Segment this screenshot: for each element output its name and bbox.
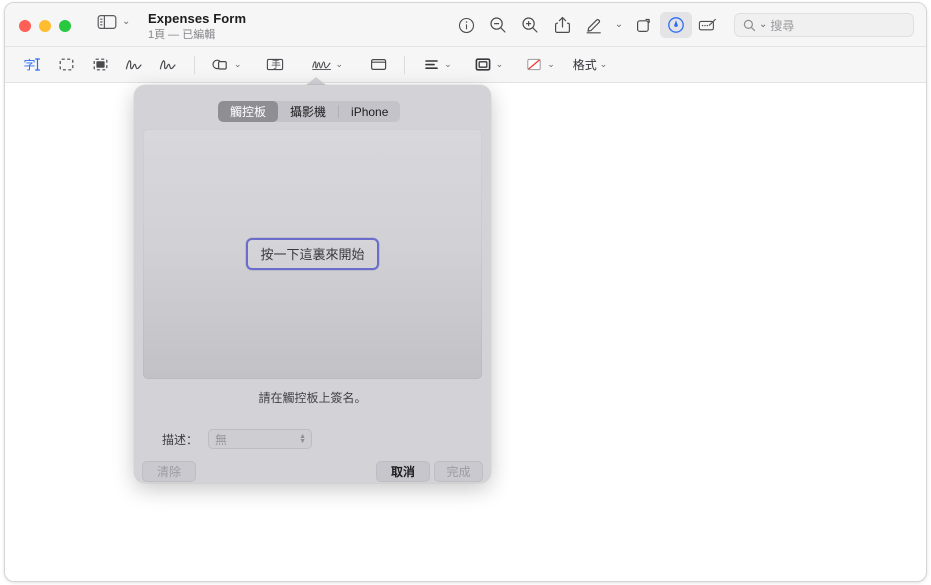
document-window: ⌄ Expenses Form 1頁 — 已編輯 ⌄ ⌄ 搜尋 字 ⌄ 手 ⌄ … xyxy=(4,2,927,582)
instant-alpha-icon[interactable] xyxy=(83,53,117,77)
title-block: Expenses Form 1頁 — 已編輯 xyxy=(148,11,246,42)
border-style-group[interactable]: ⌄ xyxy=(466,53,506,77)
signature-toolbar-icon[interactable] xyxy=(692,12,724,38)
sign-group[interactable]: ⌄ xyxy=(306,53,346,77)
shapes-group[interactable]: ⌄ xyxy=(204,53,244,77)
traffic-lights xyxy=(19,20,71,32)
signature-source-tabs: 觸控板 攝影機 iPhone xyxy=(218,101,401,122)
draw-icon[interactable] xyxy=(151,53,185,77)
chevron-down-icon[interactable]: ⌄ xyxy=(122,17,130,27)
svg-text:字: 字 xyxy=(23,57,35,72)
search-icon xyxy=(743,19,756,32)
popover-body: 觸控板 攝影機 iPhone 按一下這裏來開始 請在觸控板上簽名。 描述： 無 … xyxy=(134,85,491,483)
clear-button[interactable]: 清除 xyxy=(142,461,196,482)
format-menu[interactable]: 格式 ⌄ xyxy=(571,56,610,73)
chevron-down-icon[interactable]: ⌄ xyxy=(600,59,608,70)
document-status: 1頁 — 已編輯 xyxy=(148,29,216,41)
zoom-in-icon[interactable] xyxy=(514,12,546,38)
rect-select-icon[interactable] xyxy=(49,53,83,77)
title-bar: ⌄ Expenses Form 1頁 — 已編輯 ⌄ ⌄ 搜尋 xyxy=(5,3,926,47)
minimize-button[interactable] xyxy=(39,20,51,32)
svg-text:手: 手 xyxy=(271,59,281,71)
shapes-icon[interactable] xyxy=(204,53,238,77)
sidebar-toggle-group[interactable]: ⌄ xyxy=(97,14,130,30)
stepper-icon[interactable]: ▲ ▼ xyxy=(299,433,306,445)
search-chevron-down-icon[interactable]: ⌄ xyxy=(759,20,767,30)
description-row: 描述： 無 ▲ ▼ xyxy=(142,429,483,449)
titlebar-toolbar: ⌄ ⌄ 搜尋 xyxy=(450,3,914,47)
done-button[interactable]: 完成 xyxy=(434,461,483,482)
chevron-down-icon[interactable]: ⌄ xyxy=(547,59,555,70)
chevron-down-icon[interactable]: ⌄ xyxy=(234,59,242,70)
chevron-down-icon[interactable]: ⌄ xyxy=(444,59,452,70)
sketch-icon[interactable] xyxy=(117,53,151,77)
info-icon[interactable] xyxy=(450,12,482,38)
note-icon[interactable] xyxy=(361,53,395,77)
chevron-down-icon[interactable]: ⌄ xyxy=(336,59,344,70)
toolbar-divider xyxy=(404,55,406,74)
fill-color-group[interactable]: ⌄ xyxy=(517,53,557,77)
signature-canvas[interactable]: 按一下這裏來開始 xyxy=(143,129,482,379)
sign-icon[interactable] xyxy=(306,53,340,77)
share-icon[interactable] xyxy=(546,12,578,38)
fill-color-icon[interactable] xyxy=(517,53,551,77)
search-field[interactable]: ⌄ 搜尋 xyxy=(734,13,914,37)
description-label: 描述： xyxy=(161,432,198,447)
tab-camera[interactable]: 攝影機 xyxy=(278,101,338,122)
markup-icon[interactable] xyxy=(660,12,692,38)
zoom-out-icon[interactable] xyxy=(482,12,514,38)
highlight-icon[interactable] xyxy=(578,12,610,38)
tab-iphone[interactable]: iPhone xyxy=(339,101,400,122)
sidebar-icon[interactable] xyxy=(97,14,117,30)
signature-popover: 觸控板 攝影機 iPhone 按一下這裏來開始 請在觸控板上簽名。 描述： 無 … xyxy=(134,77,491,483)
text-style-group[interactable]: ⌄ xyxy=(414,53,454,77)
signature-hint: 請在觸控板上簽名。 xyxy=(258,391,367,405)
text-select-icon[interactable]: 字 xyxy=(15,53,49,77)
cancel-button[interactable]: 取消 xyxy=(376,461,430,482)
text-box-icon[interactable]: 手 xyxy=(258,53,292,77)
chevron-down-icon[interactable]: ⌄ xyxy=(496,59,504,70)
popover-footer: 清除 取消 完成 xyxy=(134,461,491,483)
page-title: Expenses Form xyxy=(148,11,247,26)
zoom-button[interactable] xyxy=(59,20,71,32)
tab-trackpad[interactable]: 觸控板 xyxy=(218,101,279,122)
description-popup-button[interactable]: 無 ▲ ▼ xyxy=(208,429,312,449)
text-style-icon[interactable] xyxy=(414,53,448,77)
search-placeholder: 搜尋 xyxy=(770,18,795,33)
description-value: 無 xyxy=(215,432,228,447)
format-menu-label[interactable]: 格式 xyxy=(571,56,597,73)
close-button[interactable] xyxy=(19,20,31,32)
border-style-icon[interactable] xyxy=(466,53,500,77)
chevron-down-icon[interactable]: ⌄ xyxy=(610,12,628,38)
start-signing-button[interactable]: 按一下這裏來開始 xyxy=(246,238,379,270)
rotate-icon[interactable] xyxy=(628,12,660,38)
toolbar-divider xyxy=(194,55,195,74)
